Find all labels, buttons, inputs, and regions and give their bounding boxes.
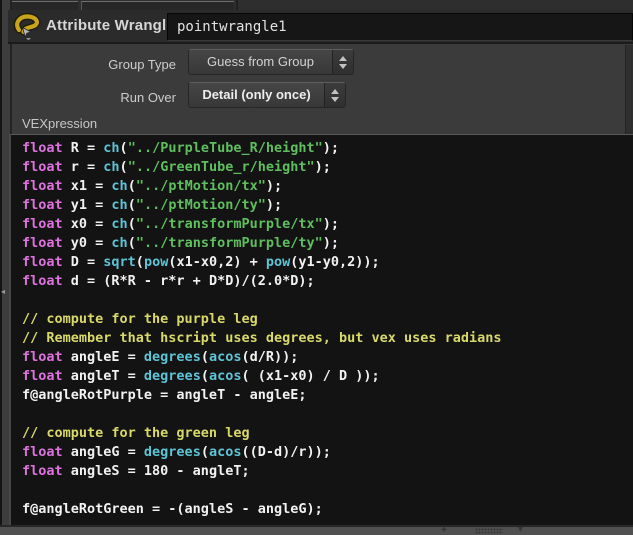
arrow-down-icon (331, 97, 339, 102)
run-over-value: Detail (only once) (189, 83, 324, 107)
run-over-dropdown[interactable]: Detail (only once) (188, 82, 346, 108)
code-line: float angleT = degrees(acos( (x1-x0) / D… (22, 367, 633, 386)
code-line: float R = ch("../PurpleTube_R/height"); (22, 139, 633, 158)
arrow-up-icon (331, 89, 339, 94)
code-line: float d = (R*R - r*r + D*D)/(2.0*D); (22, 272, 633, 291)
code-line: float angleE = degrees(acos(d/R)); (22, 348, 633, 367)
run-over-label: Run Over (0, 90, 176, 105)
code-line: float angleS = 180 - angleT; (22, 462, 633, 481)
vexpression-label: VEXpression (22, 116, 97, 131)
spinner-arrows-icon[interactable] (332, 50, 353, 74)
plus-icon[interactable]: + (441, 525, 447, 535)
vex-code-editor[interactable]: float R = ch("../PurpleTube_R/height");f… (9, 134, 633, 527)
code-line: float y1 = ch("../ptMotion/ty"); (22, 196, 633, 215)
code-line: float D = sqrt(pow(x1-x0,2) + pow(y1-y0,… (22, 253, 633, 272)
pane-divider (236, 0, 238, 10)
attribute-wrangle-icon (13, 12, 41, 40)
param-pane-scroll-track[interactable] (625, 45, 633, 134)
code-line: float x1 = ch("../ptMotion/tx"); (22, 177, 633, 196)
triangle-down-icon[interactable]: ▼ (516, 525, 525, 534)
code-line: // compute for the green leg (22, 424, 633, 443)
gutter-collapse-arrow-icon[interactable]: ◂ (1, 288, 5, 296)
code-line: f@angleRotPurple = angleT - angleE; (22, 386, 633, 405)
code-line (22, 481, 633, 500)
editor-bottom-bar: + ▼ (0, 525, 633, 535)
group-type-dropdown[interactable]: Guess from Group (188, 49, 354, 75)
group-type-label: Group Type (0, 57, 176, 72)
code-line: // compute for the purple leg (22, 310, 633, 329)
code-line (22, 291, 633, 310)
code-line: float r = ch("../GreenTube_r/height"); (22, 158, 633, 177)
code-line: f@angleRotGreen = -(angleS - angleG); (22, 500, 633, 519)
code-line: // Remember that hscript uses degrees, b… (22, 329, 633, 348)
node-name-input[interactable] (167, 13, 633, 41)
code-line: float x0 = ch("../transformPurple/tx"); (22, 215, 633, 234)
node-header: Attribute Wrangle (8, 10, 633, 44)
code-line (22, 405, 633, 424)
node-type-title: Attribute Wrangle (46, 17, 175, 34)
arrow-up-icon (339, 56, 347, 61)
code-line: float y0 = ch("../transformPurple/ty"); (22, 234, 633, 253)
grip-dots-icon[interactable] (475, 528, 503, 534)
arrow-down-icon (339, 64, 347, 69)
code-line: float angleG = degrees(acos((D-d)/r)); (22, 443, 633, 462)
spinner-arrows-icon[interactable] (324, 83, 345, 107)
group-type-value: Guess from Group (189, 50, 332, 74)
